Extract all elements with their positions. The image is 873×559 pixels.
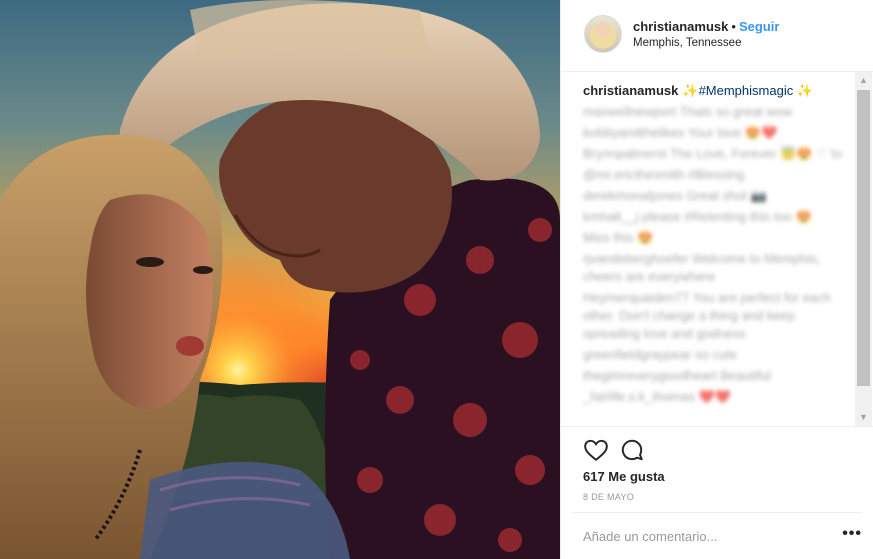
post-header: christianamusk • Seguir Memphis, Tennessee: [561, 0, 873, 72]
scrollbar-thumb[interactable]: [857, 90, 870, 386]
comment-item: derekmonatjones Great shot 📷: [583, 188, 767, 203]
header-separator: •: [731, 19, 736, 34]
comment-item: kmhalt__j please #Relenting this too 😍: [583, 209, 812, 224]
add-comment-input[interactable]: Añade un comentario...: [583, 529, 717, 544]
caption-hashtag[interactable]: #Memphismagic: [699, 83, 794, 98]
post-side-panel: christianamusk • Seguir Memphis, Tennessee…: [560, 0, 873, 559]
comment-item: _fairlife.s.k_thomas ❤️❤️: [583, 389, 731, 404]
post-date: 8 DE MAYO: [583, 492, 635, 502]
comment-item: bobbyandthelikes Your love 😍❤️: [583, 125, 778, 140]
speech-bubble-icon[interactable]: [619, 437, 645, 463]
location-link[interactable]: Memphis, Tennessee: [633, 37, 741, 49]
sparkles-icon: ✨: [682, 83, 699, 98]
follow-button[interactable]: Seguir: [739, 19, 779, 34]
comment-item: thegimreverygoodheart Beautiful: [583, 368, 771, 383]
caption-username[interactable]: christianamusk: [583, 83, 678, 98]
post-photo[interactable]: [0, 0, 560, 559]
post-caption: christianamusk ✨#Memphismagic ✨: [583, 82, 855, 100]
header-user-line: christianamusk • Seguir: [633, 19, 779, 34]
comment-item: greenfieldgraypear so cute: [583, 347, 737, 362]
avatar[interactable]: [584, 15, 622, 53]
header-username[interactable]: christianamusk: [633, 19, 728, 34]
comment-item: Miss this 😍: [583, 230, 654, 245]
scroll-up-arrow-icon[interactable]: ▲: [855, 72, 872, 89]
likes-count[interactable]: 617 Me gusta: [583, 469, 665, 484]
comment-item: Heymerquaiden77 You are perfect for each…: [583, 290, 831, 341]
scroll-down-arrow-icon[interactable]: ▼: [855, 409, 872, 426]
comment-item: rjvandeberghoefer Welcome to Memphis, ch…: [583, 251, 821, 284]
comments-pane[interactable]: christianamusk ✨#Memphismagic ✨ maxwellne…: [561, 72, 873, 426]
heart-outline-icon[interactable]: [583, 437, 609, 463]
comment-item: Brynnpalmerst The Love, Forever 😇😍 ♡ to: [583, 146, 843, 161]
action-bar: [561, 426, 873, 474]
comment-item: maxwellnewport Thats so great wow: [583, 104, 793, 119]
add-comment-bar: Añade un comentario... •••: [573, 512, 862, 559]
sparkles-icon: ✨: [796, 83, 814, 98]
comments-list: christianamusk ✨#Memphismagic ✨ maxwellne…: [583, 82, 855, 406]
more-options-icon[interactable]: •••: [842, 525, 862, 543]
comments-scrollbar[interactable]: ▲ ▼: [855, 72, 872, 426]
photo-illustration: [0, 0, 560, 559]
comment-item: @mr.ericthesmith #Blessing: [583, 167, 745, 182]
